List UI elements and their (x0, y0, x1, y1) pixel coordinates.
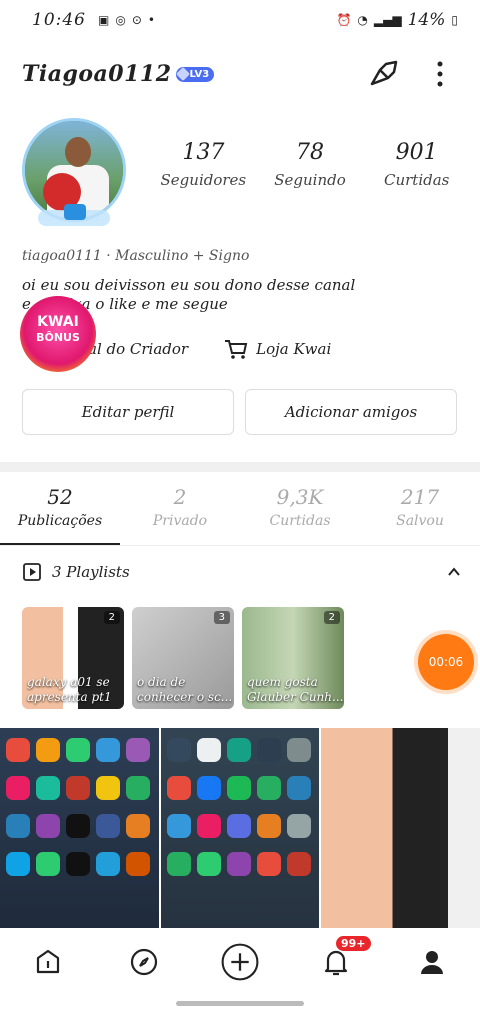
signal-icon: ▂▄▆ (373, 13, 402, 27)
playlist-count: 2 (323, 611, 340, 624)
notification-badge: 99+ (336, 936, 371, 951)
thumbnail-app-icons (166, 738, 311, 876)
home-icon (36, 949, 60, 974)
discover-nav-button[interactable] (124, 942, 164, 982)
playlists-title: 3 Playlists (52, 563, 130, 581)
profile-nav-button[interactable] (412, 942, 452, 982)
status-right: ⏰ ◔ ▂▄▆ 14% ▯ (336, 10, 458, 30)
tab-label: Curtidas (269, 513, 331, 529)
profile-stats: 137 Seguidores 78 Seguindo 901 Curtidas (150, 140, 470, 189)
tab-label: Publicações (17, 513, 103, 529)
playlist-icon (23, 563, 41, 581)
playlist-cards: 2 galaxy a01 se apresenta pt1 3 o dia de… (22, 607, 344, 709)
stat-value: 78 (296, 140, 324, 165)
stat-followers[interactable]: 137 Seguidores (150, 140, 257, 189)
level-badge[interactable]: LV3 (175, 66, 215, 82)
video-grid (0, 728, 480, 928)
playlist-title: o dia de conhecer o sc... (137, 675, 233, 704)
stat-label: Curtidas (383, 171, 450, 189)
add-friends-button[interactable]: Adicionar amigos (245, 389, 457, 435)
instagram-icon: ⊙ (131, 13, 142, 27)
stat-label: Seguidores (160, 171, 247, 189)
tab-saved[interactable]: 217 Salvou (360, 485, 480, 529)
gallery-icon: ▣ (98, 13, 110, 27)
create-nav-button[interactable] (220, 942, 260, 982)
video-thumbnail[interactable] (321, 728, 480, 928)
sync-icon: ◎ (115, 13, 126, 27)
edit-profile-button[interactable]: Editar perfil (22, 389, 234, 435)
stat-label: Seguindo (274, 171, 346, 189)
kwai-bonus-text: BÔNUS (36, 331, 80, 344)
content-tabs: 52 Publicações 2 Privado 9,3K Curtidas 2… (0, 485, 480, 529)
video-thumbnail[interactable] (0, 728, 159, 928)
battery-icon: ▯ (451, 13, 458, 27)
reward-timer-button[interactable]: 00:06 (418, 634, 474, 690)
tab-label: Privado (152, 513, 208, 529)
system-home-indicator[interactable] (176, 1001, 304, 1006)
active-tab-indicator (0, 543, 120, 545)
playlist-count: 2 (103, 611, 120, 624)
thumbnail-app-icons (6, 738, 150, 876)
chevron-up-icon[interactable] (446, 564, 462, 580)
user-icon (421, 951, 443, 974)
tab-count: 2 (173, 485, 187, 509)
tab-posts[interactable]: 52 Publicações (0, 485, 120, 529)
video-thumbnail[interactable] (160, 728, 320, 928)
status-notification-icons: ▣ ◎ ⊙ • (98, 13, 155, 27)
tabs-divider (0, 545, 480, 546)
stat-value: 137 (182, 140, 225, 165)
username: Tiagoa0112 (22, 61, 172, 87)
bottom-nav: 99+ (0, 930, 480, 994)
dot-icon: • (147, 13, 155, 27)
bio-line: oi eu sou deivisson eu sou dono desse ca… (22, 276, 356, 294)
live-video-icon (64, 204, 86, 220)
tab-label: Salvou (396, 513, 444, 529)
tab-count: 9,3K (276, 485, 324, 509)
stat-following[interactable]: 78 Seguindo (257, 140, 364, 189)
status-bar: 10:46 ▣ ◎ ⊙ • ⏰ ◔ ▂▄▆ 14% ▯ (0, 0, 480, 40)
avatar[interactable] (18, 114, 130, 226)
playlist-title: quem gosta Glauber Cunh... (247, 675, 344, 704)
profile-header: Tiagoa0112 LV3 (22, 52, 458, 96)
playlists-header[interactable]: 3 Playlists (22, 562, 462, 582)
battery-level: 14% (407, 10, 446, 30)
alarm-icon: ⏰ (336, 13, 352, 27)
tab-count: 217 (400, 485, 440, 509)
section-divider (0, 462, 480, 472)
share-icon[interactable] (366, 56, 402, 92)
stat-value: 901 (395, 140, 438, 165)
kwai-bonus-text: KWAI (37, 314, 79, 330)
status-time: 10:46 (32, 10, 86, 30)
wifi-icon: ◔ (357, 13, 368, 27)
tab-likes[interactable]: 9,3K Curtidas (240, 485, 360, 529)
playlist-card[interactable]: 2 quem gosta Glauber Cunh... (242, 607, 344, 709)
more-options-icon[interactable] (422, 56, 458, 92)
home-nav-button[interactable] (28, 942, 68, 982)
plus-icon (221, 943, 259, 981)
bell-icon (324, 950, 348, 976)
profile-meta[interactable]: tiagoa0111 · Masculino + Signo (22, 248, 249, 264)
kwai-shop-link[interactable]: Loja Kwai (224, 338, 331, 360)
cart-icon (225, 340, 248, 359)
creator-center-link[interactable]: al do Criador (88, 340, 188, 358)
playlist-card[interactable]: 3 o dia de conhecer o sc... (132, 607, 234, 709)
playlist-card[interactable]: 2 galaxy a01 se apresenta pt1 (22, 607, 124, 709)
tab-count: 52 (47, 485, 73, 509)
kwai-shop-label: Loja Kwai (256, 340, 332, 358)
playlist-title: galaxy a01 se apresenta pt1 (27, 675, 112, 704)
kwai-bonus-badge[interactable]: KWAI BÔNUS (20, 296, 96, 372)
stat-likes[interactable]: 901 Curtidas (363, 140, 470, 189)
tab-private[interactable]: 2 Privado (120, 485, 240, 529)
playlist-count: 3 (213, 611, 230, 624)
notifications-nav-button[interactable]: 99+ (316, 936, 371, 982)
compass-icon (130, 948, 158, 976)
